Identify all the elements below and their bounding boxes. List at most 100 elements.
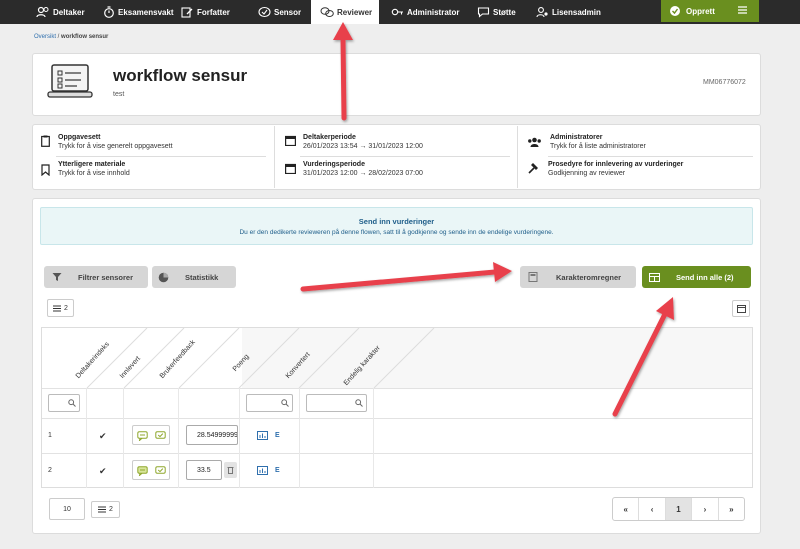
nav-item-forfatter[interactable]: Forfatter [181, 0, 230, 24]
assessment-period-value: 31/01/2023 12:00 → 28/02/2023 07:00 [303, 170, 423, 177]
grade-converter-button[interactable]: Karakteromregner [520, 266, 636, 288]
nav-label: Reviewer [337, 7, 373, 17]
page-subtitle: test [113, 91, 125, 98]
row-2-submitted-check: ✔ [99, 466, 107, 476]
participant-period-title: Deltakerperiode [303, 134, 356, 141]
page-title: workflow sensur [113, 66, 248, 85]
row-2-delete-button[interactable] [224, 462, 237, 478]
nav-item-deltaker[interactable]: Deltaker [36, 0, 85, 24]
breadcrumb: Oversikt / workflow sensur [34, 34, 108, 40]
footer-row-count[interactable]: 2 [91, 501, 120, 518]
row-1-score-input[interactable]: 28.54999999 [186, 425, 238, 445]
column-toggle-button[interactable] [732, 300, 750, 317]
material-sub[interactable]: Trykk for å vise innhold [58, 170, 130, 177]
grade-converter-label: Karakteromregner [556, 272, 622, 282]
nav-item-stotte[interactable]: Støtte [477, 0, 516, 24]
trash-icon [227, 467, 234, 474]
assessment-period-title: Vurderingsperiode [303, 161, 365, 168]
current-page[interactable]: 1 [665, 498, 693, 520]
stopwatch-icon [104, 6, 114, 18]
nav-label: Eksamensvakt [118, 7, 174, 17]
row-count-toggle[interactable]: 2 [47, 299, 74, 317]
list-icon [98, 506, 107, 513]
table-icon [649, 272, 660, 282]
create-button[interactable]: Opprett [661, 0, 759, 22]
nav-item-eksamensvakt[interactable]: Eksamensvakt [103, 0, 174, 24]
row-2-feedback-buttons[interactable] [132, 460, 170, 480]
row-count: 2 [64, 304, 68, 312]
review-bubble-icon [320, 7, 334, 17]
last-page-button[interactable]: » [719, 498, 744, 520]
test-code: MM06776072 [703, 79, 746, 86]
top-nav: Deltaker Eksamensvakt Forfatter Sensor R… [0, 0, 800, 24]
row-1-index: 1 [48, 432, 52, 439]
laptop-checklist-icon [47, 64, 93, 98]
row-1-converted[interactable]: E [275, 432, 280, 439]
admins-sub[interactable]: Trykk for å liste administratorer [550, 143, 646, 150]
edit-icon [181, 7, 193, 18]
grade-scale-icon [257, 466, 268, 475]
search-icon [355, 399, 363, 407]
statistics-label: Statistikk [185, 272, 219, 282]
clipboard-icon [41, 135, 50, 147]
row-2-converted[interactable]: E [275, 467, 280, 474]
bookmark-icon [41, 164, 50, 176]
assignment-sub[interactable]: Trykk for å vise generelt oppgavesett [58, 143, 173, 150]
create-label: Opprett [686, 6, 715, 16]
row-1-feedback-buttons[interactable] [132, 425, 170, 445]
info-card [32, 124, 761, 190]
grade-scale-icon [257, 431, 268, 440]
search-icon [68, 399, 76, 407]
footer-row-count-value: 2 [109, 506, 113, 513]
breadcrumb-current: workflow sensur [61, 34, 109, 40]
material-title[interactable]: Ytterligere materiale [58, 161, 125, 168]
nav-item-sensor[interactable]: Sensor [258, 0, 301, 24]
group-icon [528, 137, 541, 147]
submit-all-button[interactable]: Send inn alle (2) [642, 266, 751, 288]
converted-filter-input[interactable] [246, 394, 293, 412]
feedback-check-icon[interactable] [155, 466, 166, 476]
feedback-bubble-icon[interactable] [137, 466, 148, 476]
nav-label: Støtte [493, 7, 516, 17]
prev-page-button[interactable]: ‹ [639, 498, 666, 520]
first-page-button[interactable]: « [613, 498, 640, 520]
create-icon [670, 6, 680, 16]
nav-label: Administrator [407, 7, 460, 17]
page-size-select[interactable]: 10 [49, 498, 85, 520]
admins-title[interactable]: Administratorer [550, 134, 603, 141]
funnel-icon [52, 273, 62, 281]
row-2-score-input[interactable]: 33.5 [186, 460, 222, 480]
banner-title: Send inn vurderinger [358, 217, 435, 226]
procedure-sub: Godkjenning av reviewer [548, 170, 626, 177]
nav-item-lisensadmin[interactable]: Lisensadmin [536, 0, 601, 24]
info-banner: Send inn vurderinger Du er den dedikerte… [40, 207, 753, 245]
filter-sensors-button[interactable]: Filtrer sensorer [44, 266, 148, 288]
pagination: « ‹ 1 › » [612, 497, 745, 521]
nav-label: Sensor [274, 7, 302, 17]
chat-icon [477, 7, 490, 18]
feedback-bubble-icon[interactable] [137, 431, 148, 441]
calendar-icon [285, 135, 296, 146]
next-page-button[interactable]: › [692, 498, 719, 520]
gavel-icon [528, 163, 538, 174]
users-icon [36, 6, 49, 18]
final-grade-filter-input[interactable] [306, 394, 367, 412]
nav-label: Forfatter [197, 7, 230, 17]
nav-label: Lisensadmin [552, 7, 601, 17]
pie-chart-icon [158, 272, 169, 282]
feedback-check-icon[interactable] [155, 431, 166, 441]
filter-sensors-label: Filtrer sensorer [78, 272, 134, 282]
breadcrumb-link-overview[interactable]: Oversikt [34, 34, 56, 40]
search-icon [281, 399, 289, 407]
submit-all-label: Send inn alle (2) [676, 272, 734, 282]
nav-item-administrator[interactable]: Administrator [391, 0, 459, 24]
list-icon [53, 305, 62, 311]
hamburger-icon[interactable] [738, 6, 747, 14]
nav-item-reviewer[interactable]: Reviewer [311, 0, 379, 24]
nav-label: Deltaker [53, 7, 85, 17]
calculator-icon [528, 272, 538, 282]
assignment-title[interactable]: Oppgavesett [58, 134, 100, 141]
statistics-button[interactable]: Statistikk [152, 266, 236, 288]
check-bubble-icon [258, 6, 271, 18]
index-filter-input[interactable] [48, 394, 80, 412]
